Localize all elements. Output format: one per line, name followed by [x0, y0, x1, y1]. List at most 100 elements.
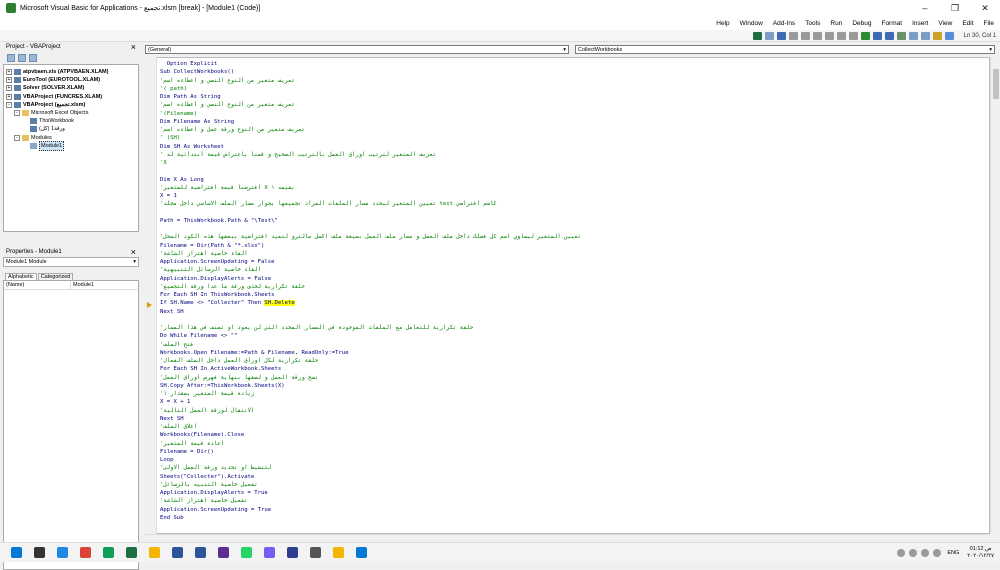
- tree-node[interactable]: - VBAProject (تجميع.xlsm): [6, 101, 136, 109]
- menu-window[interactable]: Window: [740, 20, 763, 27]
- menu-addins[interactable]: Add-Ins: [773, 20, 795, 27]
- chrome-icon[interactable]: [75, 545, 95, 561]
- horizontal-scrollbar[interactable]: [145, 534, 990, 542]
- viber-icon[interactable]: [259, 545, 279, 561]
- tree-node[interactable]: + atpvbaen.xls (ATPVBAEN.XLAM): [6, 68, 136, 76]
- close-icon[interactable]: ×: [131, 42, 136, 52]
- procedure-combo[interactable]: CollectWorkbooks ▾: [575, 45, 995, 54]
- edge-icon[interactable]: [52, 545, 72, 561]
- vertical-scrollbar[interactable]: [990, 57, 1000, 534]
- code-comment-line[interactable]: بقيمه ١ X افترضنا قيمة افتراضية للمتغير': [160, 184, 990, 192]
- code-line[interactable]: Workbooks(Filename).Close: [160, 431, 990, 439]
- toggle-folders-icon[interactable]: [29, 54, 37, 62]
- properties-object-select[interactable]: Module1 Module ▾: [3, 257, 139, 267]
- code-line[interactable]: X = X + 1: [160, 398, 990, 406]
- code-comment-line[interactable]: تفعيل خاصية اهتزاز الشاشة': [160, 497, 990, 505]
- minimize-button[interactable]: –: [910, 3, 940, 14]
- menu-help[interactable]: Help: [716, 20, 729, 27]
- tree-toggle-icon[interactable]: -: [6, 101, 12, 108]
- app-icon[interactable]: [305, 545, 325, 561]
- code-line[interactable]: Filename = Dir(Path & "*.xlsx"): [160, 242, 990, 250]
- code-line[interactable]: [160, 225, 990, 233]
- tree-toggle-icon[interactable]: +: [6, 93, 12, 100]
- scroll-thumb[interactable]: [993, 69, 999, 99]
- code-line[interactable]: SH.Copy After:=ThisWorkbook.Sheets(X): [160, 382, 990, 390]
- view-object-icon[interactable]: [18, 54, 26, 62]
- code-comment-line[interactable]: '( path): [160, 85, 990, 93]
- insert-module-icon[interactable]: [764, 31, 774, 40]
- code-line[interactable]: Option Explicit: [160, 60, 990, 68]
- edge-new-icon[interactable]: [98, 545, 118, 561]
- code-line[interactable]: Sub CollectWorkbooks(): [160, 68, 990, 76]
- design-mode-icon[interactable]: [896, 31, 906, 40]
- code-comment-line[interactable]: كاسم افتراضي test تعيين المتغير ليحدد مس…: [160, 200, 990, 208]
- reset-icon[interactable]: [884, 31, 894, 40]
- code-editor[interactable]: Option Explicit Sub CollectWorkbooks() تعر…: [160, 60, 990, 522]
- code-line[interactable]: Application.ScreenUpdating = False: [160, 258, 990, 266]
- menu-edit[interactable]: Edit: [962, 20, 973, 27]
- help-icon[interactable]: [944, 31, 954, 40]
- break-icon[interactable]: [872, 31, 882, 40]
- code-comment-line[interactable]: تعريف متغير من النوع النصي و اعطاءه اسم': [160, 77, 990, 85]
- property-value[interactable]: Module1: [71, 281, 138, 289]
- code-comment-line[interactable]: فتح الملف': [160, 341, 990, 349]
- code-line[interactable]: Workbooks.Open Filename:=Path & Filename…: [160, 349, 990, 357]
- code-line[interactable]: Path = ThisWorkbook.Path & "\Test\": [160, 217, 990, 225]
- code-line[interactable]: If SH.Name <> "Collecter" Then SH.Delete: [160, 299, 990, 307]
- folder-icon[interactable]: [167, 545, 187, 561]
- code-comment-line[interactable]: حلقة تكرارية لكل اوراق العمل داخل الملف …: [160, 357, 990, 365]
- tree-node[interactable]: - Microsoft Excel Objects: [6, 109, 136, 117]
- language-indicator[interactable]: ENG: [947, 550, 959, 556]
- code-line[interactable]: [160, 209, 990, 217]
- project-explorer-icon[interactable]: [908, 31, 918, 40]
- code-line[interactable]: Application.DisplayAlerts = False: [160, 275, 990, 283]
- save-icon[interactable]: [776, 31, 786, 40]
- tree-toggle-icon[interactable]: +: [6, 85, 12, 92]
- code-line[interactable]: For Each SH In ActiveWorkbook.Sheets: [160, 365, 990, 373]
- code-comment-line[interactable]: تعريف متغير من النوع النصي و اعطاءه اسم': [160, 101, 990, 109]
- word-icon[interactable]: [190, 545, 210, 561]
- properties-icon[interactable]: [920, 31, 930, 40]
- tree-toggle-icon[interactable]: -: [14, 134, 20, 141]
- tree-node[interactable]: - Modules: [6, 134, 136, 142]
- code-comment-line[interactable]: الانتقال لورقة العمل التالية': [160, 407, 990, 415]
- close-button[interactable]: ✕: [970, 3, 1000, 14]
- code-line[interactable]: Dim Filename As String: [160, 118, 990, 126]
- code-comment-line[interactable]: حلقة تكرارية للتعامل مع الملفات الموجودة…: [160, 324, 990, 332]
- battery-icon[interactable]: [933, 548, 942, 557]
- code-line[interactable]: Next SH: [160, 308, 990, 316]
- code-line[interactable]: Next SH: [160, 415, 990, 423]
- code-line[interactable]: End Sub: [160, 514, 990, 522]
- code-comment-line[interactable]: القاء خاصية الرسائل التنبيهية': [160, 266, 990, 274]
- code-line[interactable]: Sheets("Collecter").Activate: [160, 473, 990, 481]
- object-browser-icon[interactable]: [932, 31, 942, 40]
- menu-run[interactable]: Run: [830, 20, 842, 27]
- whatsapp-icon[interactable]: [236, 545, 256, 561]
- code-comment-line[interactable]: زيادة قيمة المتغير بمقدار ١': [160, 390, 990, 398]
- copy-icon[interactable]: [800, 31, 810, 40]
- code-line[interactable]: X = 1: [160, 192, 990, 200]
- menu-debug[interactable]: Debug: [852, 20, 871, 27]
- view-excel-icon[interactable]: [752, 31, 762, 40]
- teams-icon[interactable]: [213, 545, 233, 561]
- tree-toggle-icon[interactable]: +: [6, 69, 12, 76]
- excel-icon[interactable]: [121, 545, 141, 561]
- code-line[interactable]: [160, 167, 990, 175]
- code-line[interactable]: Application.DisplayAlerts = True: [160, 489, 990, 497]
- code-comment-line[interactable]: تفعيل خاصية التنبيه بالرسائل': [160, 481, 990, 489]
- tree-toggle-icon[interactable]: +: [6, 77, 12, 84]
- code-comment-line[interactable]: اغلاق الملف': [160, 423, 990, 431]
- menu-format[interactable]: Format: [881, 20, 902, 27]
- code-comment-line[interactable]: القاء خاصية اهتزاز الشاشة': [160, 250, 990, 258]
- tree-node[interactable]: + Solver (SOLVER.XLAM): [6, 84, 136, 92]
- code-comment-line[interactable]: لتنشيط او تحديد ورقة العمل الاولى': [160, 464, 990, 472]
- tray-icon[interactable]: [897, 548, 906, 557]
- code-line[interactable]: Do While Filename <> "": [160, 332, 990, 340]
- code-line[interactable]: Application.ScreenUpdating = True: [160, 506, 990, 514]
- photos-icon[interactable]: [351, 545, 371, 561]
- code-comment-line[interactable]: حلقة تكرارية لحذف ورقة ما عدا ورقة التجم…: [160, 283, 990, 291]
- margin-indicator-bar[interactable]: [145, 57, 157, 534]
- tree-node[interactable]: (كل) ورقة1: [6, 125, 136, 133]
- maximize-button[interactable]: ❐: [940, 3, 970, 14]
- code-line[interactable]: Dim SH As Worksheet: [160, 143, 990, 151]
